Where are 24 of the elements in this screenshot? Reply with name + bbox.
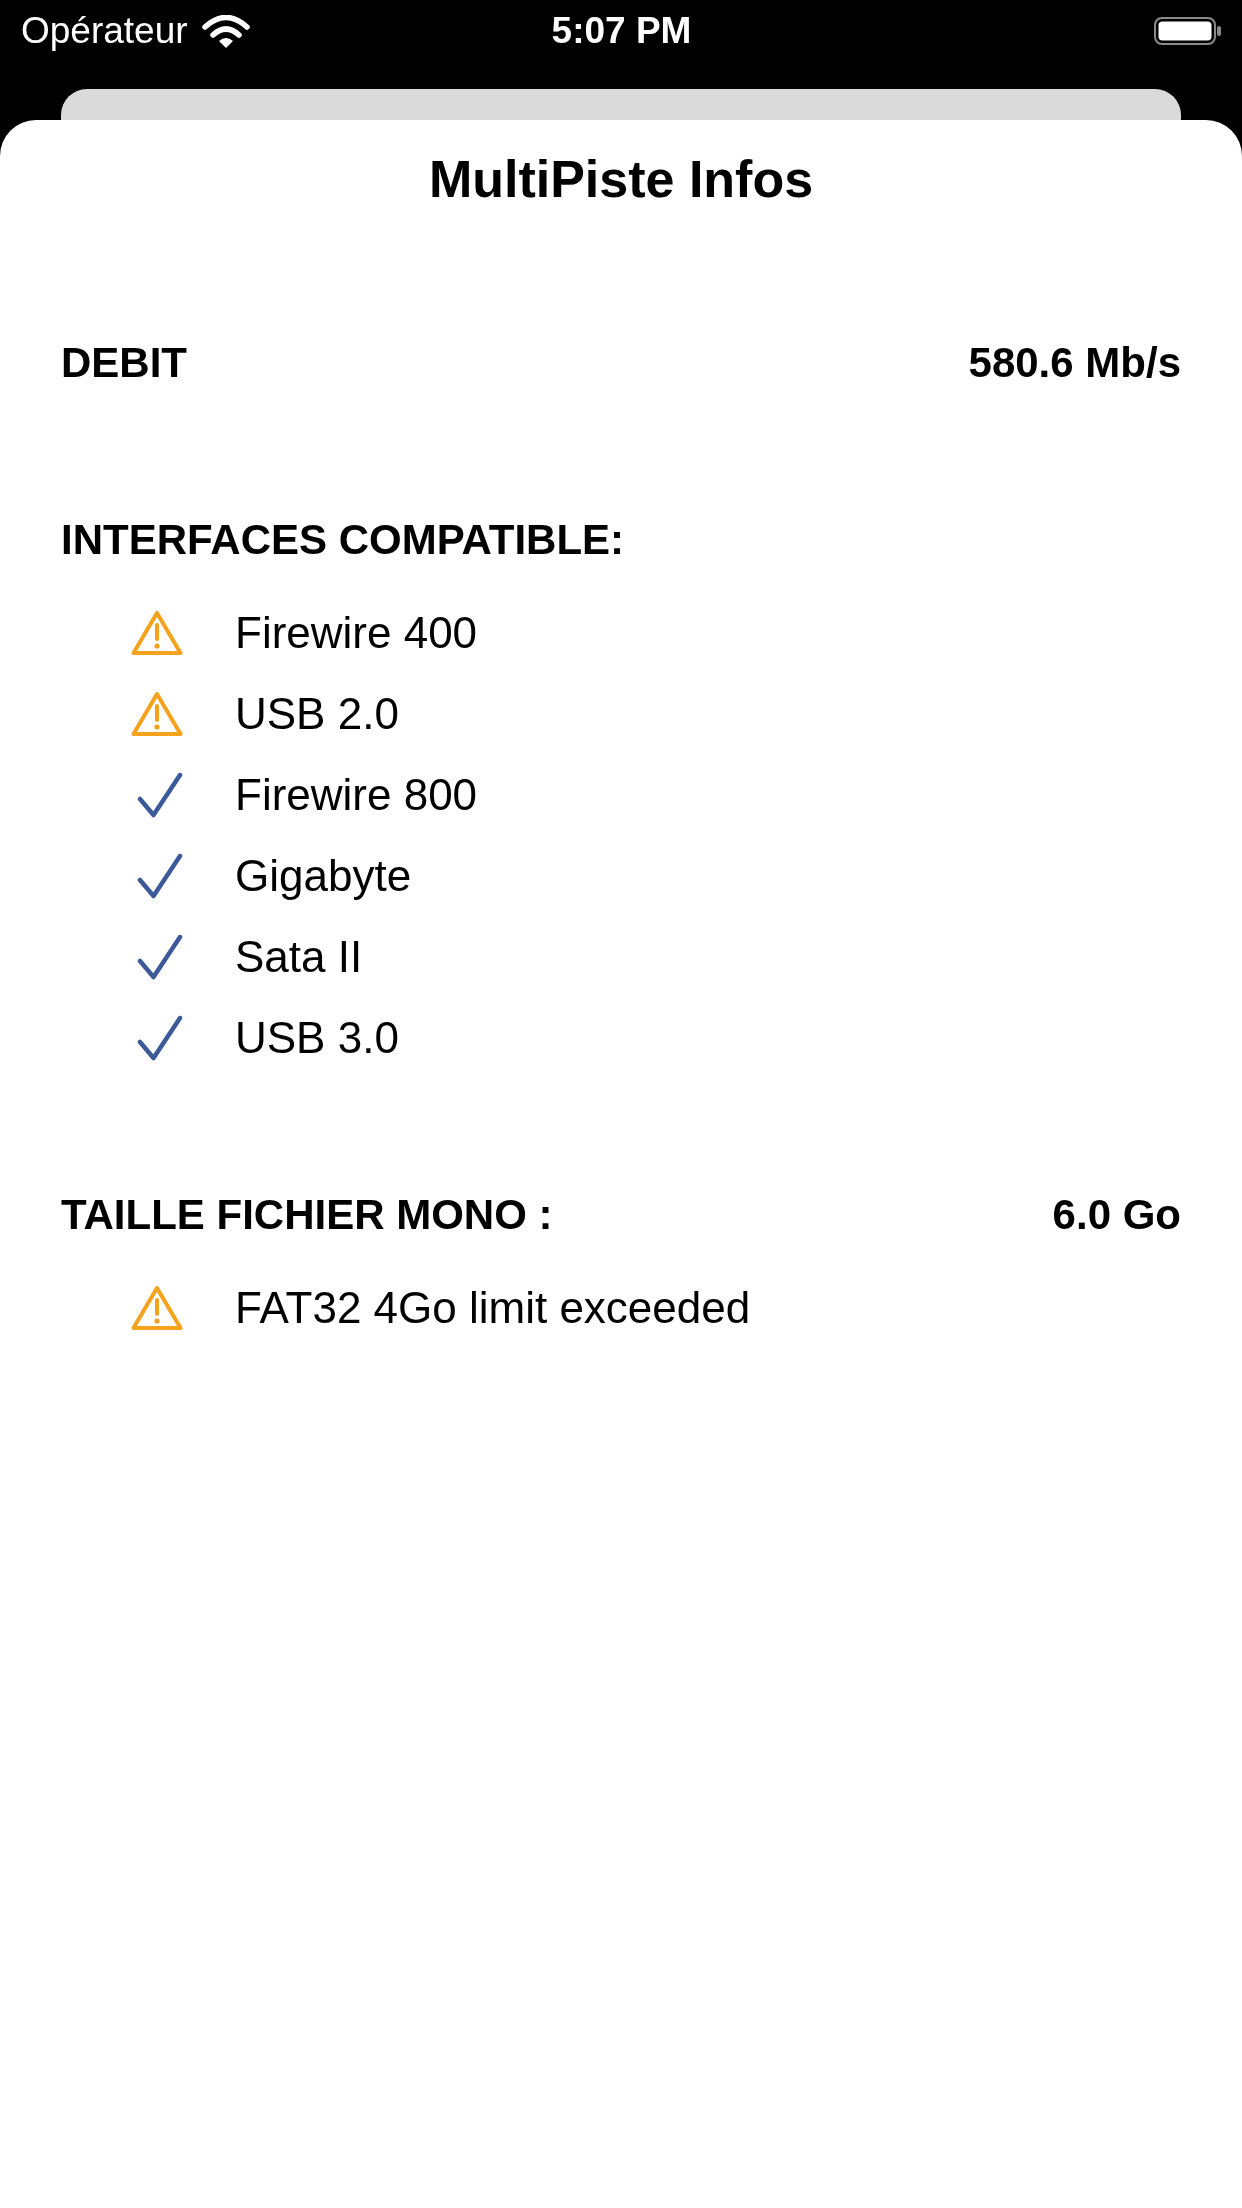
- check-icon: [137, 1015, 183, 1061]
- item-label: USB 3.0: [235, 1013, 399, 1063]
- item-label: Firewire 400: [235, 608, 478, 658]
- item-label: FAT32 4Go limit exceeded: [235, 1283, 751, 1333]
- section-heading: TAILLE FICHIER MONO :: [61, 1191, 553, 1239]
- section-value: 6.0 Go: [1052, 1191, 1181, 1239]
- item-label: USB 2.0: [235, 689, 399, 739]
- section-heading: DEBIT: [61, 339, 187, 387]
- wifi-icon: [201, 14, 250, 48]
- carrier-name: Opérateur: [21, 10, 188, 52]
- check-icon: [137, 772, 183, 818]
- warning-icon: [131, 691, 183, 737]
- status-time: 5:07 PM: [551, 10, 692, 52]
- check-icon: [137, 934, 183, 980]
- item-label: Firewire 800: [235, 770, 478, 820]
- sheet-title: MultiPiste Infos: [428, 149, 814, 210]
- battery-icon: [1154, 17, 1222, 45]
- section-value: 580.6 Mb/s: [968, 339, 1181, 387]
- section-heading: INTERFACES COMPATIBLE:: [61, 516, 625, 564]
- warning-icon: [131, 1285, 183, 1331]
- item-label: Sata II: [235, 932, 363, 982]
- item-label: Gigabyte: [235, 851, 412, 901]
- check-icon: [137, 853, 183, 899]
- warning-icon: [131, 610, 183, 656]
